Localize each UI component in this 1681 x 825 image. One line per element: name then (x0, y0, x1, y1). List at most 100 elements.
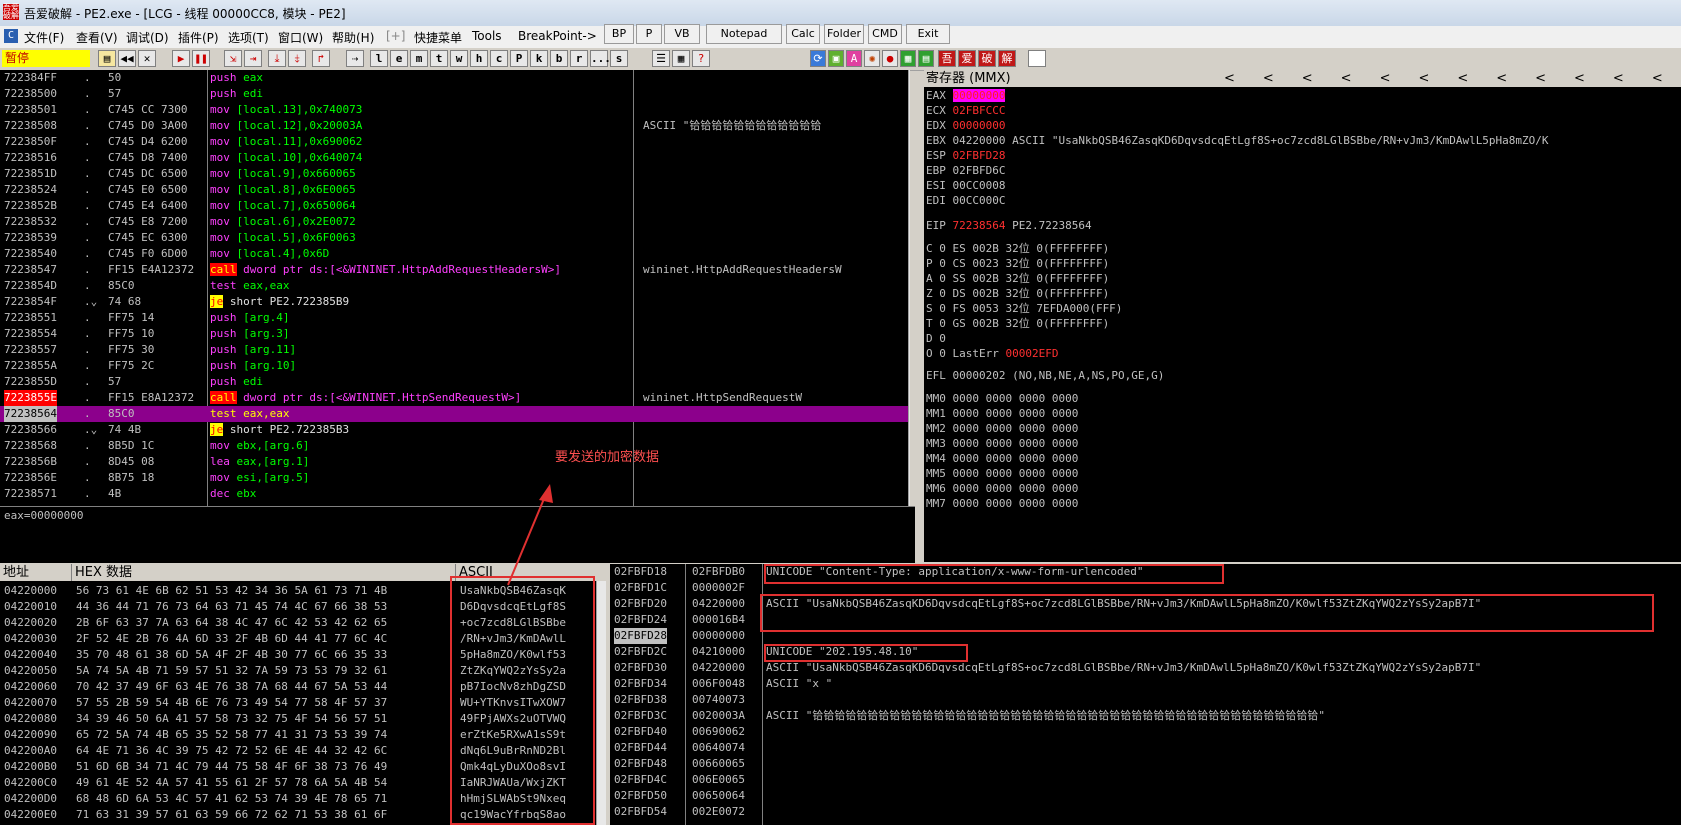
trace-into-icon[interactable]: ⤓ (268, 50, 286, 67)
disasm-row[interactable]: 7223852B. C745 E4 6400 mov [local.7],0x650… (0, 198, 910, 214)
disasm-row[interactable]: 72238540. C745 F0 6D00 mov [local.4],0x6D (0, 246, 910, 262)
register-edx[interactable]: EDX 00000000 (926, 118, 1005, 134)
step-into-icon[interactable]: ⇲ (224, 50, 242, 67)
stack-row[interactable]: 02FBFD20 04220000 ASCII "UsaNkbQSB46ZasqKD… (610, 596, 1681, 612)
dump-row[interactable]: 04220010 44 36 44 71 76 73 64 63 71 45 74… (0, 599, 606, 615)
menu-item-5[interactable]: 窗口(W) (278, 29, 323, 46)
open-icon[interactable]: ▤ (98, 50, 116, 67)
view-button-h[interactable]: h (470, 50, 488, 67)
disasm-row[interactable]: 72238532. C745 E8 7200 mov [local.6],0x2E0… (0, 214, 910, 230)
dump-row[interactable]: 042200D0 68 48 6D 6A 53 4C 57 41 62 53 74… (0, 791, 606, 807)
flag-row[interactable]: T 0 GS 002B 32位 0(FFFFFFFF) (926, 316, 1109, 332)
stack-row[interactable]: 02FBFD28 00000000 (610, 628, 1681, 644)
stack-row[interactable]: 02FBFD18 02FBFDB0 UNICODE "Content-Type: a… (610, 564, 1681, 580)
menu-item-10[interactable]: BreakPoint-> (518, 29, 597, 43)
stack-row[interactable]: 02FBFD2C 04210000 UNICODE "202.195.48.10" (610, 644, 1681, 660)
menu-app-icon[interactable]: C (4, 29, 18, 43)
disasm-row[interactable]: 7223856B. 8D45 08 lea eax,[arg.1] (0, 454, 910, 470)
view-button-more[interactable]: ... (590, 50, 611, 67)
goto-icon[interactable]: ⇢ (346, 50, 364, 67)
dump-row[interactable]: 042200B0 51 6D 6B 34 71 4C 79 44 75 58 4F… (0, 759, 606, 775)
disasm-scrollbar[interactable] (908, 70, 910, 506)
list-view-icon[interactable]: ☰ (652, 50, 670, 67)
dump-header-ascii[interactable]: ASCII (456, 564, 606, 581)
dump-row[interactable]: 04220030 2F 52 4E 2B 76 4A 6D 33 2F 4B 6D… (0, 631, 606, 647)
disasm-row[interactable]: 722384FF. 50 push eax (0, 70, 910, 86)
menu-item-4[interactable]: 选项(T) (228, 29, 269, 46)
plugin-icon-3[interactable]: 解 (998, 50, 1016, 67)
blank-button[interactable] (1028, 50, 1046, 67)
register-eax[interactable]: EAX 00000000 (926, 88, 1006, 104)
menu-item-7[interactable]: [+] (386, 29, 405, 43)
tool-button-p[interactable]: P (636, 24, 662, 44)
dump-header-hex[interactable]: HEX 数据 (72, 564, 456, 581)
view-button-l[interactable]: l (370, 50, 388, 67)
stack-row[interactable]: 02FBFD1C 0000002F (610, 580, 1681, 596)
stack-row[interactable]: 02FBFD44 00640074 (610, 740, 1681, 756)
disasm-row[interactable]: 72238566 .⌄ 74 4B je short PE2.722385B3 (0, 422, 910, 438)
stack-row[interactable]: 02FBFD34 006F0048 ASCII "x " (610, 676, 1681, 692)
disasm-row[interactable]: 72238554. FF75 10 push [arg.3] (0, 326, 910, 342)
stack-row[interactable]: 02FBFD3C 0020003A ASCII "铪铪铪铪铪铪铪铪铪铪铪铪铪铪铪铪铪… (610, 708, 1681, 724)
menu-item-1[interactable]: 查看(V) (76, 29, 118, 46)
disasm-row[interactable]: 72238564. 85C0 test eax,eax (0, 406, 910, 422)
close-icon[interactable]: ✕ (138, 50, 156, 67)
register-ecx[interactable]: ECX 02FBFCCC (926, 103, 1005, 119)
dump-row[interactable]: 04220050 5A 74 5A 4B 71 59 57 51 32 7A 59… (0, 663, 606, 679)
step-over-icon[interactable]: ⇥ (244, 50, 262, 67)
plugin-calc-icon[interactable]: ▤ (918, 50, 934, 67)
mmx-row[interactable]: MM7 0000 0000 0000 0000 (926, 496, 1078, 512)
register-nav-arrows-icon[interactable]: <<<<<<<<<<<< (1224, 70, 1681, 87)
view-button-P[interactable]: P (510, 50, 528, 67)
disasm-row[interactable]: 72238547. FF15 E4A12372 call dword ptr ds:… (0, 262, 910, 278)
stack-row[interactable]: 02FBFD50 00650064 (610, 788, 1681, 804)
tool-button-calc[interactable]: Calc (786, 24, 820, 44)
menu-item-0[interactable]: 文件(F) (24, 29, 64, 46)
mmx-row[interactable]: MM6 0000 0000 0000 0000 (926, 481, 1078, 497)
tool-button-exit[interactable]: Exit (906, 24, 950, 44)
run-icon[interactable]: ▶ (172, 50, 190, 67)
menu-item-8[interactable]: 快捷菜单 (414, 29, 462, 46)
mmx-row[interactable]: MM0 0000 0000 0000 0000 (926, 391, 1078, 407)
disassembly-pane[interactable]: 722384FF. 50 push eax 72238500. 57 push edi 72… (0, 70, 910, 506)
plugin-icon-0[interactable]: 吾 (938, 50, 956, 67)
mmx-row[interactable]: MM1 0000 0000 0000 0000 (926, 406, 1078, 422)
menu-item-9[interactable]: Tools (472, 29, 502, 43)
view-button-c[interactable]: c (490, 50, 508, 67)
restart-icon[interactable]: ◀◀ (118, 50, 136, 67)
menu-item-2[interactable]: 调试(D) (126, 29, 169, 46)
dump-row[interactable]: 042200C0 49 61 4E 52 4A 57 41 55 61 2F 57… (0, 775, 606, 791)
view-button-s[interactable]: s (610, 50, 628, 67)
stack-row[interactable]: 02FBFD24 000016B4 (610, 612, 1681, 628)
stack-row[interactable]: 02FBFD48 00660065 (610, 756, 1681, 772)
dump-row[interactable]: 04220020 2B 6F 63 37 7A 63 64 38 4C 47 6C… (0, 615, 606, 631)
plugin-grid-icon[interactable]: ▦ (900, 50, 916, 67)
disasm-row[interactable]: 7223854F .⌄ 74 68 je short PE2.722385B9 (0, 294, 910, 310)
flag-row[interactable]: P 0 CS 0023 32位 0(FFFFFFFF) (926, 256, 1109, 272)
flag-row[interactable]: S 0 FS 0053 32位 7EFDA000(FFF) (926, 301, 1122, 317)
stack-row[interactable]: 02FBFD4C 006E0065 (610, 772, 1681, 788)
dump-row[interactable]: 042200E0 71 63 31 39 57 61 63 59 66 72 62… (0, 807, 606, 823)
register-esp[interactable]: ESP 02FBFD28 (926, 148, 1005, 164)
register-esi[interactable]: ESI 00CC0008 (926, 178, 1005, 194)
dump-row[interactable]: 042200A0 64 4E 71 36 4C 39 75 42 72 52 6E… (0, 743, 606, 759)
disasm-row[interactable]: 7223856E. 8B75 18 mov esi,[arg.5] (0, 470, 910, 486)
tool-button-folder[interactable]: Folder (824, 24, 864, 44)
disasm-row[interactable]: 72238524. C745 E0 6500 mov [local.8],0x6E0… (0, 182, 910, 198)
dump-row[interactable]: 04220070 57 55 2B 59 54 4B 6E 76 73 49 54… (0, 695, 606, 711)
stack-row[interactable]: 02FBFD38 00740073 (610, 692, 1681, 708)
flag-row[interactable]: O 0 LastErr 00002EFD (926, 346, 1058, 362)
view-button-e[interactable]: e (390, 50, 408, 67)
disasm-row[interactable]: 72238500. 57 push edi (0, 86, 910, 102)
register-ebx[interactable]: EBX 04220000 ASCII "UsaNkbQSB46ZasqKD6Dq… (926, 133, 1549, 149)
disasm-row[interactable]: 7223850F. C745 D4 6200 mov [local.11],0x69… (0, 134, 910, 150)
dump-row[interactable]: 04220090 65 72 5A 74 4B 65 35 52 58 77 41… (0, 727, 606, 743)
flag-row[interactable]: Z 0 DS 002B 32位 0(FFFFFFFF) (926, 286, 1109, 302)
flag-row[interactable]: C 0 ES 002B 32位 0(FFFFFFFF) (926, 241, 1109, 257)
pause-icon[interactable]: ❚❚ (192, 50, 210, 67)
dump-row[interactable]: 04220080 34 39 46 50 6A 41 57 58 73 32 75… (0, 711, 606, 727)
disasm-row[interactable]: 72238501. C745 CC 7300 mov [local.13],0x74… (0, 102, 910, 118)
execute-till-return-icon[interactable]: ↱ (312, 50, 330, 67)
efl-row[interactable]: EFL 00000202 (NO,NB,NE,A,NS,PO,GE,G) (926, 368, 1164, 384)
plugin-icon-1[interactable]: 爱 (958, 50, 976, 67)
